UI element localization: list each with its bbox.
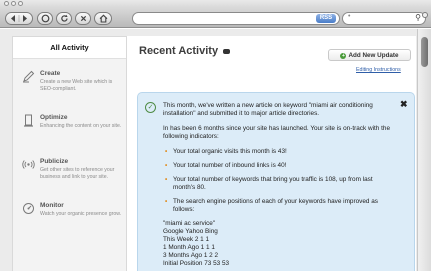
sidebar-item-optimize[interactable]: Optimize Enhancing the content on your s…	[13, 111, 126, 151]
indicator-list: Your total organic visits this month is …	[163, 148, 395, 214]
add-new-update-label: Add New Update	[348, 52, 399, 59]
data-line: This Week 2 1 1	[163, 236, 210, 243]
browser-toolbar: RSS • ⚲	[0, 8, 431, 28]
stop-button[interactable]	[37, 12, 53, 25]
sidebar-item-title: Publicize	[40, 158, 69, 165]
search-field[interactable]: • ⚲	[342, 12, 426, 25]
data-line: 1 Month Ago 1 1 1	[163, 244, 215, 251]
cancel-button[interactable]	[75, 12, 91, 25]
list-item: Your total organic visits this month is …	[163, 148, 395, 156]
gauge-icon	[21, 202, 35, 216]
reload-icon	[60, 14, 68, 22]
add-new-update-button[interactable]: + Add New Update	[328, 49, 411, 61]
home-icon	[99, 14, 107, 23]
back-arrow-icon[interactable]	[8, 14, 30, 23]
main-panel: Recent Activity + Add New Update Editing …	[127, 36, 416, 271]
data-line: "miami ac service"	[163, 220, 216, 227]
notice-status: In has been 6 months since your site has…	[163, 125, 390, 140]
broadcast-icon	[21, 158, 35, 172]
sidebar-item-title: Create	[40, 70, 61, 77]
back-forward-button[interactable]	[5, 12, 33, 25]
keyword-position-data: "miami ac service" Google Yahoo Bing Thi…	[163, 220, 395, 268]
sidebar: All Activity Create Create a new Web sit…	[12, 36, 127, 271]
close-window-icon[interactable]	[4, 1, 9, 6]
scrollbar-thumb[interactable]	[421, 37, 428, 67]
window-titlebar	[0, 0, 431, 8]
toolbar-toggle-button[interactable]	[422, 12, 428, 18]
search-icon[interactable]: ⚲	[415, 13, 421, 22]
data-line: 3 Months Ago 1 2 2	[163, 252, 219, 259]
document-icon	[21, 114, 35, 128]
sidebar-item-description: Enhancing the content on your site.	[40, 123, 122, 129]
sidebar-item-description: Create a new Web site which is SEO-compl…	[40, 79, 113, 92]
editing-instructions-link[interactable]: Editing Instructions	[356, 67, 401, 73]
sidebar-item-monitor[interactable]: Monitor Watch your organic presence grow…	[13, 199, 126, 239]
reload-button[interactable]	[56, 12, 72, 25]
list-item: The search engine positions of each of y…	[163, 198, 395, 214]
pen-icon	[21, 70, 35, 84]
sidebar-item-description: Get other sites to reference your busine…	[40, 167, 115, 180]
vertical-scrollbar[interactable]	[417, 29, 431, 271]
sidebar-item-title: Monitor	[40, 202, 64, 209]
sidebar-item-title: Optimize	[40, 114, 68, 121]
sidebar-item-description: Watch your organic presence grow.	[40, 211, 122, 217]
stop-icon	[41, 14, 49, 23]
activity-notice: ✓ ✖ This month, we've written a new arti…	[137, 92, 415, 271]
list-item: Your total number of keywords that bring…	[163, 176, 395, 192]
list-item: Your total number of inbound links is 40…	[163, 162, 395, 170]
close-icon	[80, 15, 86, 22]
rss-button[interactable]: RSS	[316, 14, 336, 23]
minimize-window-icon[interactable]	[11, 1, 16, 6]
speech-bubble-icon	[223, 49, 230, 54]
address-bar[interactable]	[132, 12, 340, 25]
pin-icon[interactable]: ✖	[400, 99, 408, 110]
home-button[interactable]	[94, 12, 112, 25]
sidebar-item-publicize[interactable]: Publicize Get other sites to reference y…	[13, 155, 126, 195]
data-line: Initial Position 73 53 53	[163, 260, 230, 267]
page-content: All Activity Create Create a new Web sit…	[0, 29, 431, 271]
page-title: Recent Activity	[139, 45, 219, 57]
check-circle-icon: ✓	[145, 102, 156, 113]
search-engine-selector[interactable]: •	[348, 13, 350, 20]
plus-icon: +	[340, 53, 347, 59]
zoom-window-icon[interactable]	[18, 1, 23, 6]
sidebar-item-create[interactable]: Create Create a new Web site which is SE…	[13, 67, 126, 107]
tab-all-activity[interactable]: All Activity	[13, 37, 126, 59]
notice-intro: This month, we've written a new article …	[163, 102, 373, 117]
notice-body: This month, we've written a new article …	[163, 102, 395, 268]
data-line: Google Yahoo Bing	[163, 228, 218, 235]
